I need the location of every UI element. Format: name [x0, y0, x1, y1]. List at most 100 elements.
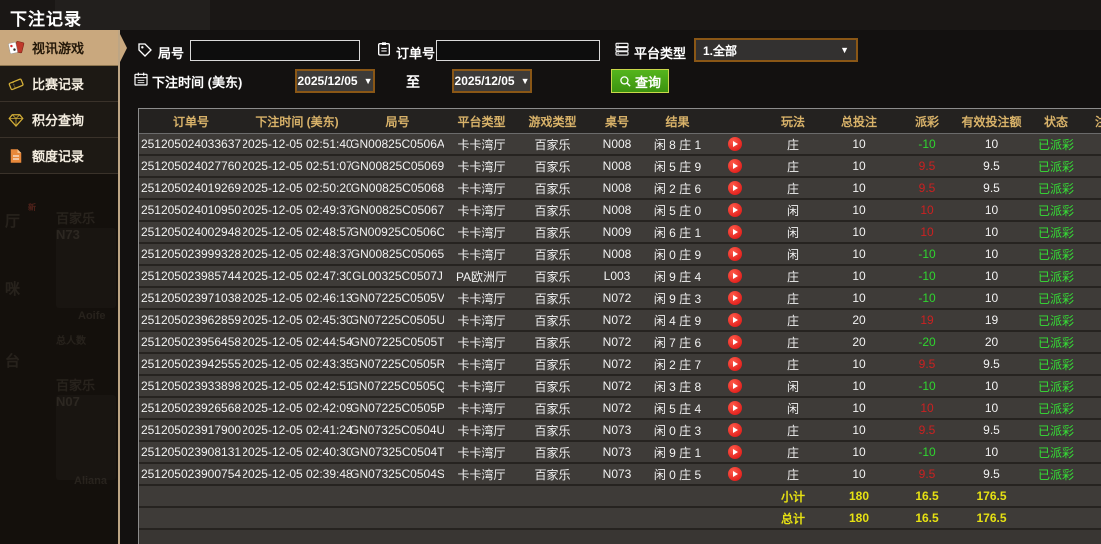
cell-platform: 卡卡湾厅: [457, 357, 506, 372]
sidebar-item-video-games[interactable]: 视讯游戏: [0, 30, 127, 66]
chevron-down-icon: ▼: [840, 45, 849, 55]
cell-game-no: GN00925C0506C: [351, 225, 444, 239]
cell-bet-time: 2025-12-05 02:42:09: [243, 401, 351, 415]
table-empty-area: [139, 530, 1101, 544]
date-from-select[interactable]: 2025/12/05 ▼: [295, 69, 375, 93]
cards-icon: [8, 40, 25, 54]
cell-table-no: N008: [602, 159, 632, 173]
cell-order-no: 251205023917900: [140, 423, 242, 437]
play-video-icon[interactable]: [727, 445, 742, 459]
play-video-icon[interactable]: [727, 159, 742, 173]
table-row: 251205023956458 2025-12-05 02:44:54 GN07…: [139, 332, 1101, 354]
cell-game-type: 百家乐: [534, 357, 571, 372]
play-video-icon[interactable]: [727, 181, 742, 195]
table-row: 251205023933898 2025-12-05 02:42:51 GN07…: [139, 376, 1101, 398]
cell-play-type: 庄: [786, 159, 799, 174]
sidebar-item-match-records[interactable]: 比赛记录: [0, 66, 118, 102]
cell-table-no: N072: [602, 291, 632, 305]
cell-extra: [1089, 178, 1101, 198]
cell-order-no: 251205023956458: [140, 335, 242, 349]
cell-extra: [1089, 376, 1101, 396]
cell-game-type: 百家乐: [534, 225, 571, 240]
cell-payout: -20: [918, 335, 936, 349]
cell-bet-time: 2025-12-05 02:49:37: [243, 203, 351, 217]
cell-status: 已派彩: [1037, 181, 1074, 196]
cell-play-type: 庄: [786, 357, 799, 372]
total-row: 总计 180 16.5 176.5: [139, 508, 1101, 530]
cell-payout: 9.5: [918, 159, 936, 173]
cell-play-type: 庄: [786, 181, 799, 196]
play-video-icon[interactable]: [727, 357, 742, 371]
cell-order-no: 251205024002948: [140, 225, 242, 239]
dimmed-lobby-text: 咪: [5, 281, 21, 298]
table-row: 251205023962859 2025-12-05 02:45:30 GN07…: [139, 310, 1101, 332]
cell-platform: 卡卡湾厅: [457, 379, 506, 394]
column-header: 状态: [1043, 114, 1068, 129]
platform-type-select[interactable]: 1.全部 ▼: [694, 38, 858, 62]
cell-video: [707, 332, 762, 352]
cell-bet-time: 2025-12-05 02:48:37: [243, 247, 351, 261]
cell-extra: [1089, 420, 1101, 440]
cell-game-type: 百家乐: [534, 401, 571, 416]
cell-status: 已派彩: [1037, 467, 1074, 482]
play-video-icon[interactable]: [727, 401, 742, 415]
cell-game-no: GN00825C05069: [351, 159, 444, 173]
sidebar-item-quota-records[interactable]: 额度记录: [0, 138, 118, 174]
cell-game-no: GN07225C0505Q: [351, 379, 444, 393]
play-video-icon[interactable]: [727, 379, 742, 393]
cell-total-bet: 20: [852, 335, 866, 349]
calendar-icon: [134, 72, 148, 86]
subtotal-total-bet: 180: [848, 489, 870, 503]
cell-game-type: 百家乐: [534, 181, 571, 196]
play-video-icon[interactable]: [727, 291, 742, 305]
column-header: 平台类型: [457, 114, 506, 129]
dimmed-new-badge: 新: [28, 203, 36, 212]
cell-order-no: 251205023999328: [140, 247, 242, 261]
date-from-value: 2025/12/05: [297, 74, 358, 88]
sidebar-item-label: 额度记录: [32, 149, 85, 164]
cell-play-type: 庄: [786, 269, 799, 284]
document-icon: [10, 148, 22, 163]
cell-bet-time: 2025-12-05 02:51:07: [243, 159, 351, 173]
game-no-input[interactable]: [190, 40, 360, 61]
play-video-icon[interactable]: [727, 137, 742, 151]
cell-valid-bet: 9.5: [983, 423, 1000, 437]
play-video-icon[interactable]: [727, 247, 742, 261]
platform-list-icon: [615, 42, 629, 56]
cell-status: 已派彩: [1037, 247, 1074, 262]
play-video-icon[interactable]: [727, 467, 742, 481]
page-title: 下注记录: [10, 10, 82, 29]
date-to-select[interactable]: 2025/12/05 ▼: [452, 69, 532, 93]
cell-game-no: GN07225C0505U: [351, 313, 444, 327]
cell-video: [707, 134, 762, 154]
play-video-icon[interactable]: [727, 203, 742, 217]
cell-extra: [1089, 332, 1101, 352]
cell-order-no: 251205023942555: [140, 357, 242, 371]
cell-platform: 卡卡湾厅: [457, 225, 506, 240]
play-video-icon[interactable]: [727, 269, 742, 283]
cell-game-no: GN00825C05067: [351, 203, 444, 217]
cell-result: 闲 0 庄 5: [653, 467, 702, 482]
cell-order-no: 251205023962859: [140, 313, 242, 327]
sidebar: 视讯游戏 比赛记录 积分查询 额度记录 厅 新 咪 台 百家乐N73 Aoife…: [0, 30, 127, 544]
order-no-input[interactable]: [436, 40, 600, 61]
play-video-icon[interactable]: [727, 225, 742, 239]
cell-status: 已派彩: [1037, 269, 1074, 284]
table-row: 251205023917900 2025-12-05 02:41:24 GN07…: [139, 420, 1101, 442]
cell-result: 闲 5 庄 4: [653, 401, 702, 416]
play-video-icon[interactable]: [727, 423, 742, 437]
column-header: 局号: [385, 114, 410, 129]
play-video-icon[interactable]: [727, 335, 742, 349]
cell-video: [707, 376, 762, 396]
play-video-icon[interactable]: [727, 313, 742, 327]
cell-order-no: 251205024019269: [140, 181, 242, 195]
cell-video: [707, 222, 762, 242]
search-icon: [620, 75, 631, 87]
cell-table-no: N072: [602, 313, 632, 327]
cell-status: 已派彩: [1037, 313, 1074, 328]
query-button[interactable]: 查询: [611, 69, 669, 93]
tag-icon: [138, 43, 152, 57]
total-label: 总计: [780, 511, 805, 526]
sidebar-item-points-query[interactable]: 积分查询: [0, 102, 118, 138]
table-row: 251205023985744 2025-12-05 02:47:30 GL00…: [139, 266, 1101, 288]
